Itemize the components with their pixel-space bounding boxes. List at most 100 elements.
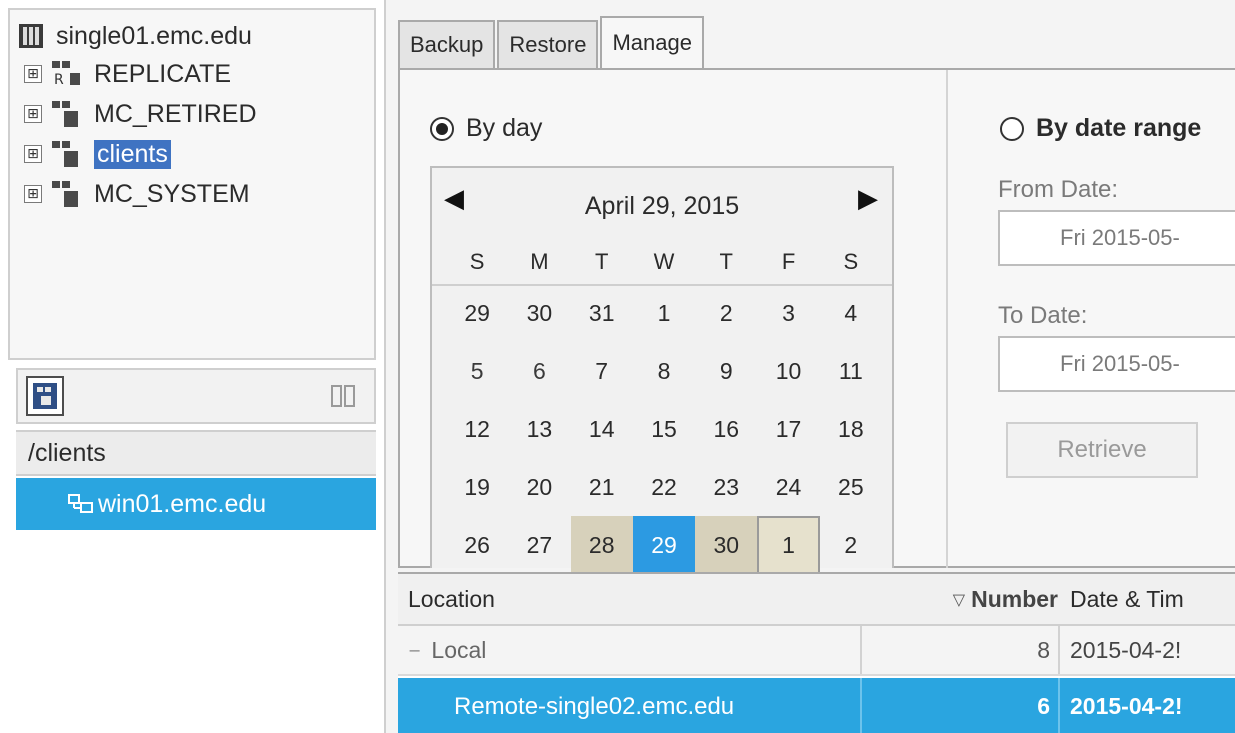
- retrieve-button[interactable]: Retrieve: [1006, 422, 1198, 478]
- svg-text:R: R: [54, 72, 64, 88]
- calendar-day[interactable]: 29: [446, 284, 508, 342]
- calendar-day[interactable]: 19: [446, 458, 508, 516]
- domain-icon: [50, 179, 84, 209]
- client-view-button[interactable]: [26, 376, 64, 416]
- panel-split-icon[interactable]: [330, 384, 356, 408]
- calendar-day[interactable]: 17: [757, 400, 819, 458]
- calendar-day[interactable]: 25: [820, 458, 882, 516]
- expand-icon[interactable]: ⊞: [24, 105, 42, 123]
- tree-item-replicate[interactable]: ⊞ R REPLICATE: [24, 56, 231, 92]
- expand-icon[interactable]: ⊞: [24, 145, 42, 163]
- calendar-day[interactable]: 2: [695, 284, 757, 342]
- calendar-week: 19 20 21 22 23 24 25: [446, 458, 882, 516]
- tree-item-mc-retired[interactable]: ⊞ MC_RETIRED: [24, 96, 257, 132]
- number-cell: 8: [1037, 636, 1050, 663]
- calendar: ◀ ▶ April 29, 2015 S M T W T F S 29 30 3…: [430, 166, 894, 574]
- calendar-day[interactable]: 13: [508, 400, 570, 458]
- calendar-day[interactable]: 22: [633, 458, 695, 516]
- calendar-day[interactable]: 31: [571, 284, 633, 342]
- expand-icon[interactable]: ⊞: [24, 185, 42, 203]
- calendar-day[interactable]: 28: [570, 516, 633, 574]
- domain-icon: [50, 99, 84, 129]
- client-list: [16, 530, 376, 733]
- backup-admin-window: single01.emc.edu ⊞ R REPLICATE ⊞ MC_RETI…: [0, 0, 1235, 733]
- to-date-field[interactable]: Fri 2015-05-: [998, 336, 1235, 392]
- client-item-label: win01.emc.edu: [98, 489, 267, 518]
- calendar-day[interactable]: 7: [571, 342, 633, 400]
- column-number[interactable]: ▽ Number: [918, 574, 1058, 624]
- expand-icon[interactable]: ⊞: [24, 65, 42, 83]
- client-view-icon: [33, 383, 57, 409]
- calendar-day[interactable]: 16: [695, 400, 757, 458]
- calendar-day[interactable]: 23: [695, 458, 757, 516]
- server-root-icon: [16, 21, 46, 51]
- backups-table: Location ▽ Number Date & Tim − Local 8 2…: [398, 572, 1235, 733]
- client-toolbar: [16, 368, 376, 424]
- radio-indicator[interactable]: [1000, 116, 1024, 141]
- by-date-range-label: By date range: [1036, 114, 1202, 142]
- location-cell: Remote-single02.emc.edu: [454, 692, 735, 720]
- sort-descending-icon: ▽: [952, 589, 966, 609]
- calendar-week: 12 13 14 15 16 17 18: [446, 400, 882, 458]
- calendar-day[interactable]: 26: [446, 516, 508, 574]
- calendar-day[interactable]: 6: [508, 342, 570, 400]
- by-day-pane: By day ◀ ▶ April 29, 2015 S M T W T F S …: [400, 70, 948, 574]
- calendar-day-selected[interactable]: 29: [632, 516, 696, 574]
- by-day-radio[interactable]: By day: [430, 114, 542, 143]
- calendar-day[interactable]: 14: [571, 400, 633, 458]
- table-row[interactable]: − Local 8 2015-04-2!: [398, 626, 1235, 676]
- to-date-label: To Date:: [998, 302, 1088, 329]
- calendar-day[interactable]: 21: [571, 458, 633, 516]
- collapse-icon[interactable]: −: [408, 641, 421, 660]
- calendar-day[interactable]: 3: [757, 284, 819, 342]
- calendar-day[interactable]: 30: [695, 516, 758, 574]
- calendar-day[interactable]: 18: [820, 400, 882, 458]
- calendar-day[interactable]: 15: [633, 400, 695, 458]
- column-location[interactable]: Location: [408, 574, 708, 624]
- manage-panel: By day ◀ ▶ April 29, 2015 S M T W T F S …: [398, 68, 1235, 574]
- calendar-day[interactable]: 12: [446, 400, 508, 458]
- calendar-day[interactable]: 30: [508, 284, 570, 342]
- column-divider: [1058, 678, 1060, 733]
- calendar-day[interactable]: 20: [508, 458, 570, 516]
- calendar-day-today[interactable]: 1: [757, 516, 820, 574]
- domain-tree: single01.emc.edu ⊞ R REPLICATE ⊞ MC_RETI…: [8, 8, 376, 360]
- date-cell: 2015-04-2!: [1070, 636, 1182, 663]
- calendar-week: 29 30 31 1 2 3 4: [446, 284, 882, 342]
- radio-indicator[interactable]: [430, 116, 454, 141]
- tab-backup[interactable]: Backup: [398, 20, 496, 68]
- tree-root-label: single01.emc.edu: [56, 21, 252, 50]
- calendar-day[interactable]: 9: [695, 342, 757, 400]
- calendar-day[interactable]: 1: [633, 284, 695, 342]
- location-text: Local: [431, 636, 487, 663]
- tree-item-label: MC_RETIRED: [94, 99, 257, 128]
- column-divider: [1058, 626, 1060, 674]
- tab-manage[interactable]: Manage: [600, 16, 704, 68]
- by-day-label: By day: [466, 114, 543, 142]
- column-date-time[interactable]: Date & Tim: [1070, 574, 1235, 624]
- weekday-label: T: [594, 249, 609, 274]
- tree-root[interactable]: single01.emc.edu: [16, 18, 252, 54]
- tab-restore[interactable]: Restore: [497, 20, 599, 68]
- client-item-win01[interactable]: win01.emc.edu: [16, 478, 376, 530]
- table-header: Location ▽ Number Date & Tim: [398, 574, 1235, 626]
- table-row-selected[interactable]: Remote-single02.emc.edu 6 2015-04-2!: [398, 678, 1235, 733]
- column-divider: [860, 626, 862, 674]
- calendar-day[interactable]: 24: [757, 458, 819, 516]
- weekday-label: S: [843, 249, 859, 274]
- tree-item-clients[interactable]: ⊞ clients: [24, 136, 171, 172]
- calendar-day[interactable]: 2: [820, 516, 882, 574]
- tree-item-mc-system[interactable]: ⊞ MC_SYSTEM: [24, 176, 250, 212]
- calendar-day[interactable]: 8: [633, 342, 695, 400]
- calendar-day[interactable]: 27: [508, 516, 570, 574]
- calendar-day[interactable]: 10: [757, 342, 819, 400]
- by-date-range-radio[interactable]: By date range: [1000, 114, 1201, 143]
- calendar-day[interactable]: 5: [446, 342, 508, 400]
- from-date-field[interactable]: Fri 2015-05-: [998, 210, 1235, 266]
- weekday-label: S: [469, 249, 485, 274]
- calendar-day[interactable]: 11: [820, 342, 882, 400]
- calendar-day[interactable]: 4: [820, 284, 882, 342]
- weekday-label: M: [530, 249, 549, 274]
- calendar-week: 26 27 28 29 30 1 2: [446, 516, 882, 574]
- replicate-domain-icon: R: [50, 59, 84, 89]
